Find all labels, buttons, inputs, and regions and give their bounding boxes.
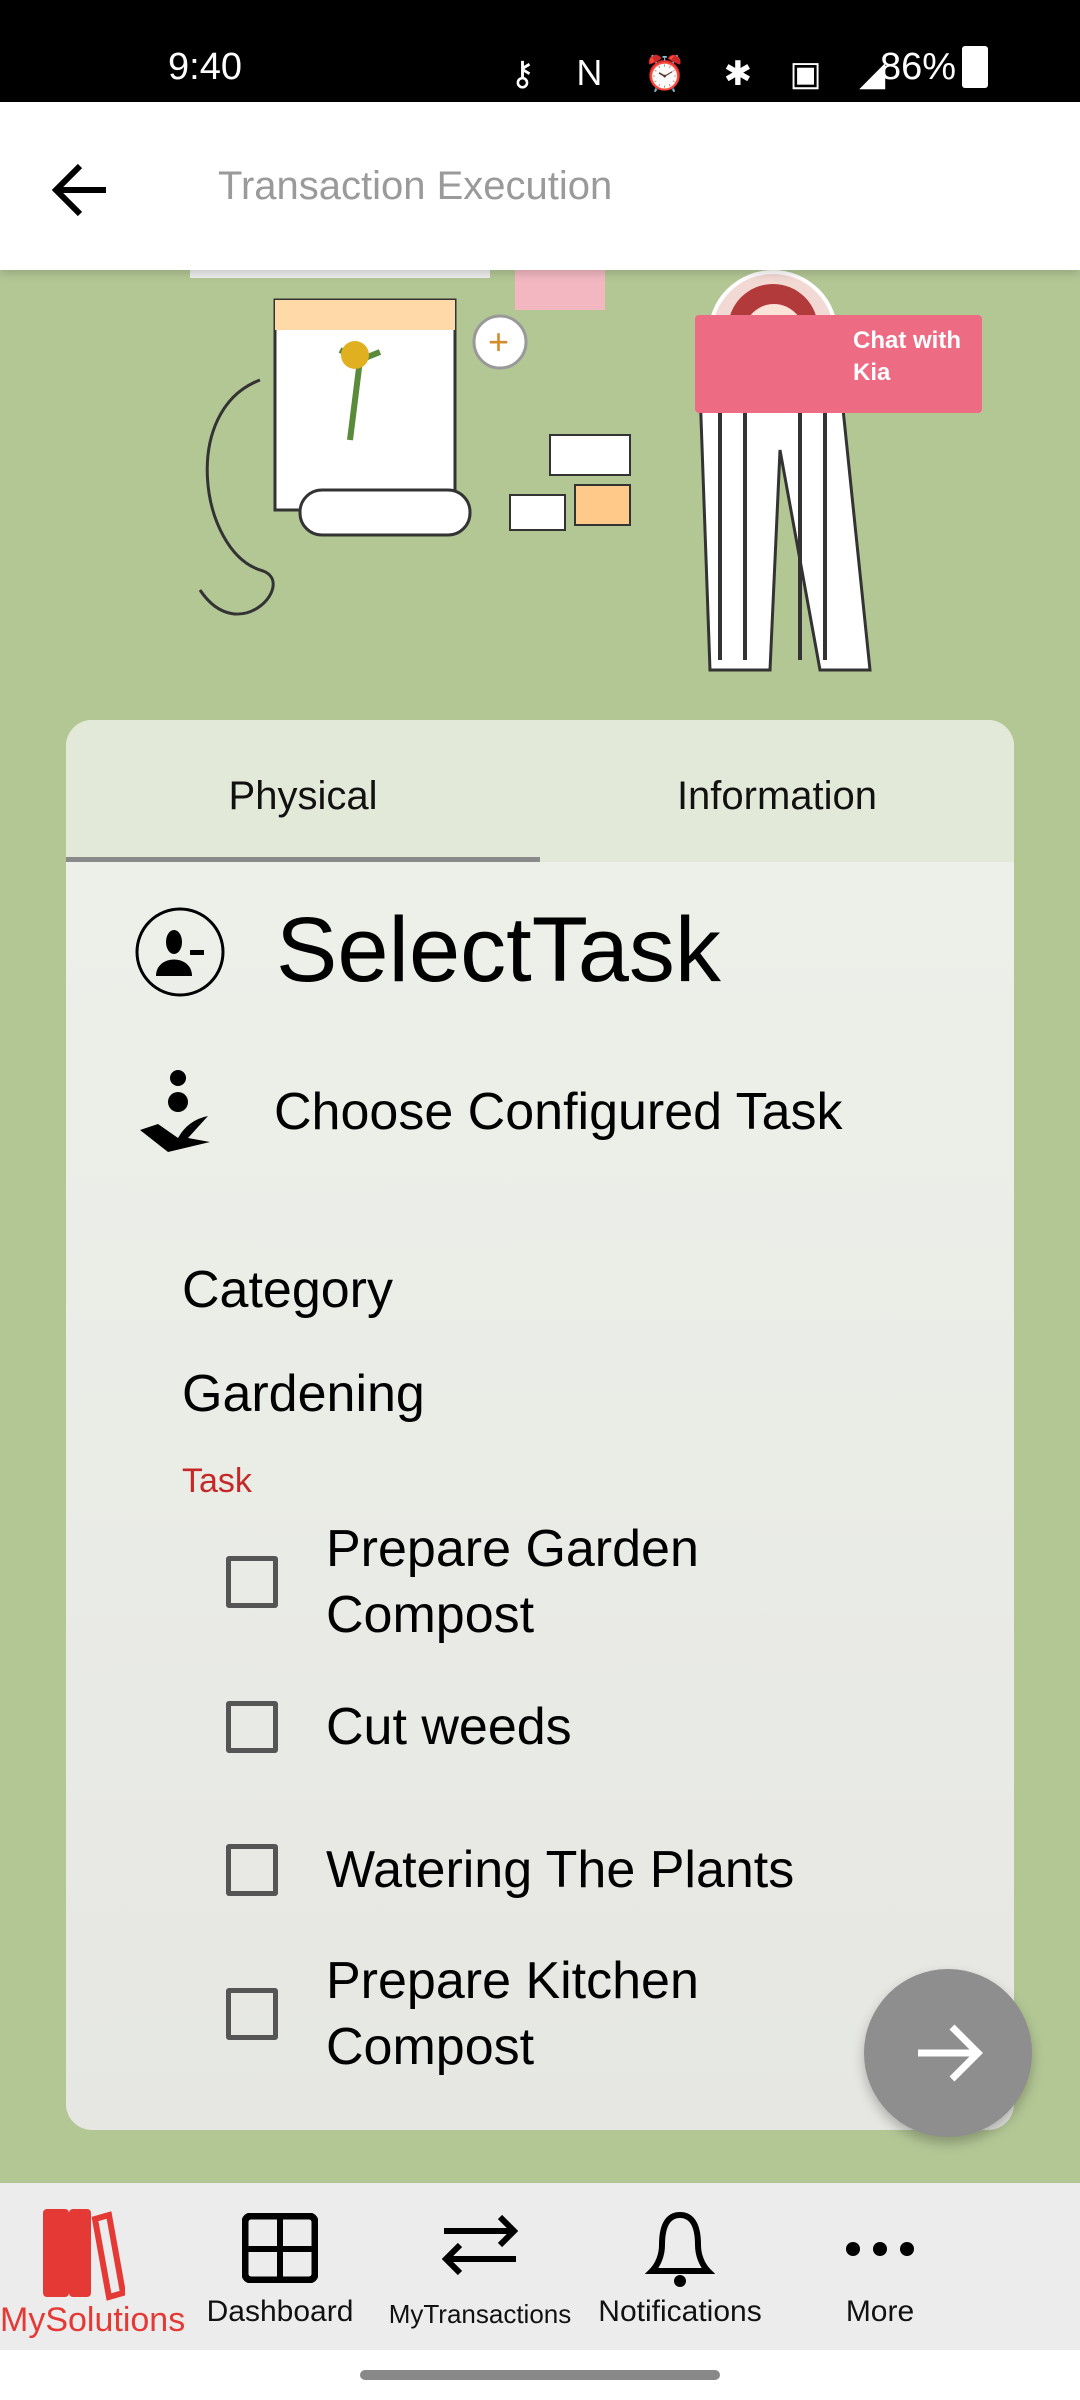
task-option-label: Prepare Kitchen Compost [326,1952,699,2076]
checkbox[interactable] [226,1701,278,1753]
hand-task-icon [140,1070,210,1152]
task-card: Physical Information SelectTask Choose C… [66,720,1014,2130]
category-value[interactable]: Gardening [182,1364,425,1424]
task-option[interactable]: Prepare Kitchen Compost [226,1948,886,2080]
grid-icon [242,2213,318,2283]
nav-label: MySolutions [0,2301,186,2339]
nav-label: More [845,2295,915,2328]
app-bar: Transaction Execution [0,102,1080,270]
checkbox[interactable] [226,1844,278,1896]
nav-notifications[interactable]: Notifications [580,2183,780,2350]
category-label: Category [182,1261,393,1319]
more-dots-icon [846,2242,914,2256]
task-label: Task [182,1462,252,1500]
nav-label: MyTransactions [388,2299,572,2329]
battery-icon [962,46,988,88]
tab-physical[interactable]: Physical [66,720,540,862]
user-task-icon [135,907,225,997]
status-bar: 9:40 ⚷ Ｎ ⏰ ✱ ▣ ◢ 86% [0,0,1080,102]
next-button[interactable] [864,1969,1032,2137]
nav-mysolutions[interactable]: MySolutions [0,2183,186,2350]
task-option[interactable]: Watering The Plants [226,1837,886,1903]
status-time: 9:40 [168,46,242,88]
home-indicator[interactable] [360,2370,720,2380]
chat-label: Chat with Kia [853,327,961,386]
nav-label: Dashboard [206,2295,354,2328]
arrow-left-icon[interactable] [44,150,124,230]
svg-text:+: + [488,321,509,362]
status-icons: ⚷ Ｎ ⏰ ✱ ▣ ◢ [510,55,900,93]
nav-dashboard[interactable]: Dashboard [180,2183,380,2350]
books-icon [43,2209,125,2301]
bottom-nav: MySolutions Dashboard MyTransactions Not… [0,2183,1080,2350]
nav-more[interactable]: More [780,2183,980,2350]
section-subtitle: Choose Configured Task [274,1083,843,1141]
task-option-label: Prepare Garden Compost [326,1520,699,1644]
tab-indicator [66,857,540,862]
tab-bar: Physical Information [66,720,1014,862]
checkbox[interactable] [226,1988,278,2040]
checkbox[interactable] [226,1556,278,1608]
task-option[interactable]: Prepare Garden Compost [226,1516,886,1648]
bell-icon [645,2211,715,2287]
tab-information[interactable]: Information [540,720,1014,862]
arrow-right-icon [918,2024,983,2082]
battery-level: 86% [880,46,957,88]
chat-with-kia-button[interactable]: Chat with Kia [695,315,982,413]
task-option-label: Cut weeds [326,1698,572,1756]
page-title: Transaction Execution [218,164,613,208]
nav-label: Notifications [598,2295,762,2328]
swap-arrows-icon [442,2214,518,2276]
task-option[interactable]: Cut weeds [226,1694,886,1760]
section-title: SelectTask [276,899,721,1001]
task-option-label: Watering The Plants [326,1841,795,1899]
nav-mytransactions[interactable]: MyTransactions [380,2183,580,2350]
